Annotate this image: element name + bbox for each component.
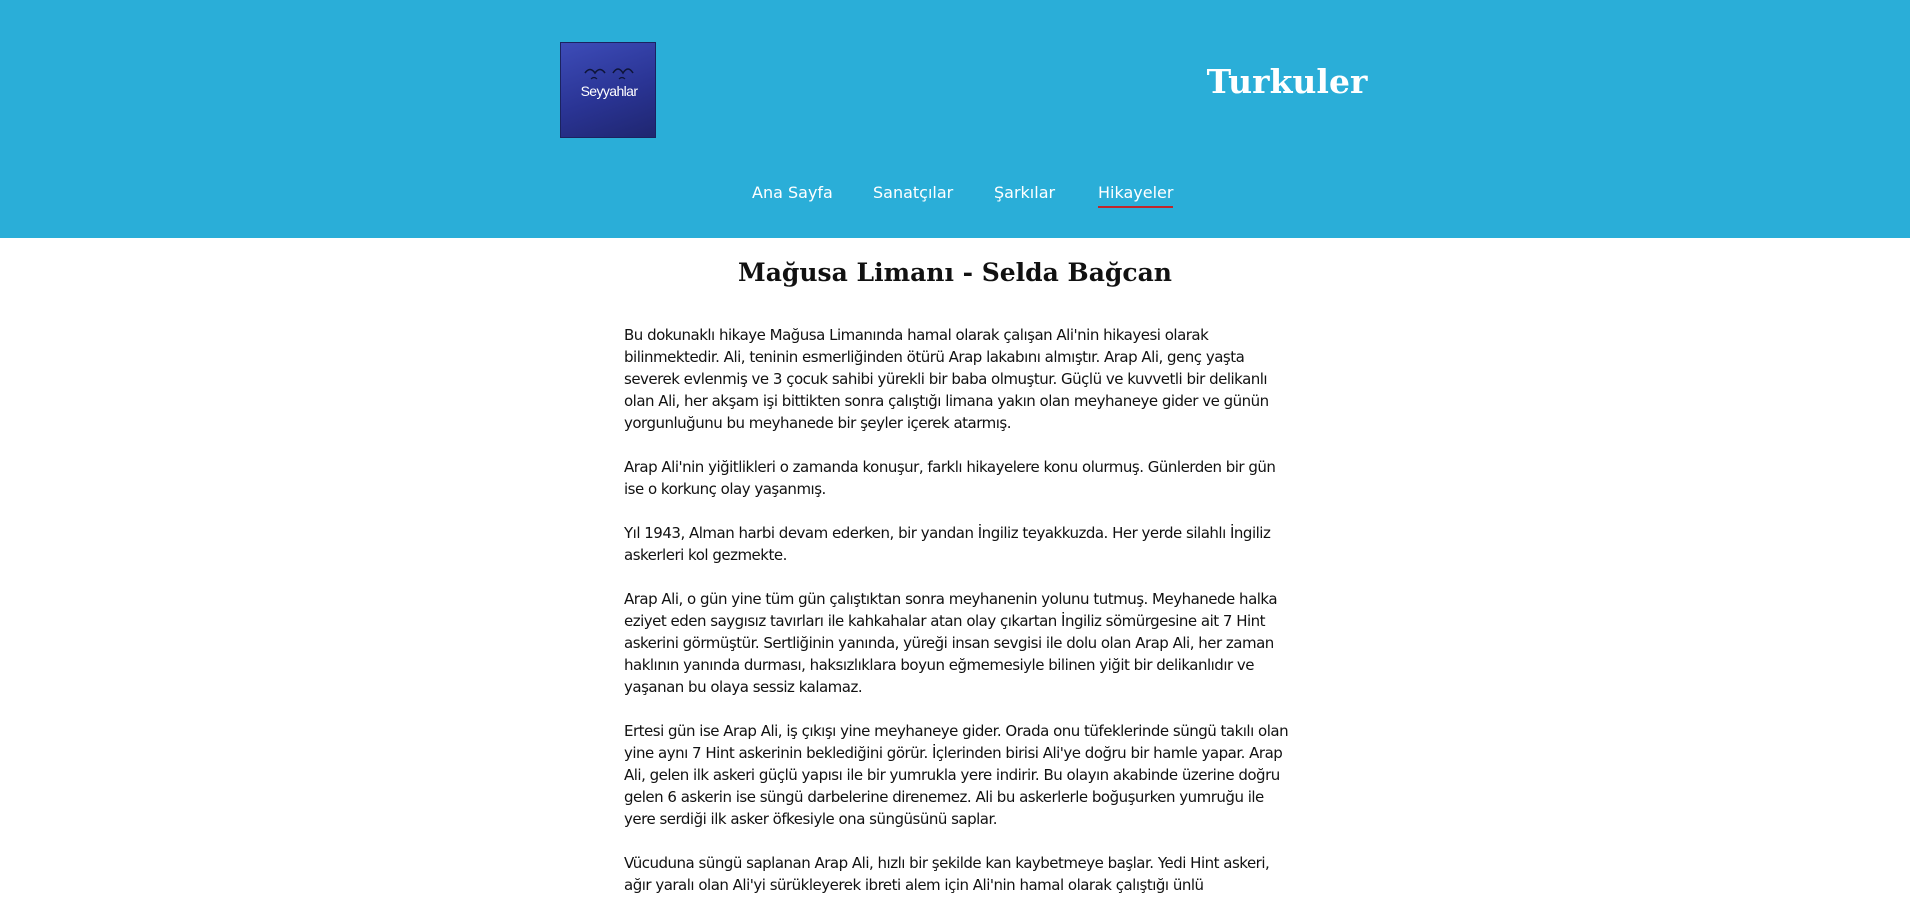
nav-item-sarkilar[interactable]: Şarkılar [994, 180, 1055, 206]
article-paragraph: Arap Ali, o gün yine tüm gün çalıştıktan… [624, 590, 1278, 696]
nav-item-ana-sayfa[interactable]: Ana Sayfa [752, 180, 833, 206]
site-title[interactable]: Turkuler [1160, 58, 1414, 106]
article-title: Mağusa Limanı - Selda Bağcan [738, 258, 1172, 287]
article-paragraph: Vücuduna süngü saplanan Arap Ali, hızlı … [624, 854, 1270, 894]
nav-item-hikayeler[interactable]: Hikayeler [1098, 180, 1174, 208]
article-paragraph: Yıl 1943, Alman harbi devam ederken, bir… [624, 524, 1271, 564]
logo-text: Seyyahlar [580, 83, 638, 99]
article-body: Bu dokunaklı hikaye Mağusa Limanında ham… [624, 324, 1296, 918]
site-logo[interactable]: Seyyahlar [560, 42, 656, 138]
main-nav: Ana Sayfa Sanatçılar Şarkılar Hikayeler [0, 180, 1910, 210]
article-paragraph: Ertesi gün ise Arap Ali, iş çıkışı yine … [624, 722, 1289, 828]
article-paragraph: Bu dokunaklı hikaye Mağusa Limanında ham… [624, 326, 1269, 432]
site-header: Seyyahlar Turkuler Ana Sayfa Sanatçılar … [0, 0, 1910, 238]
article-paragraph: Arap Ali'nin yiğitlikleri o zamanda konu… [624, 458, 1276, 498]
nav-item-sanatcilar[interactable]: Sanatçılar [873, 180, 953, 206]
